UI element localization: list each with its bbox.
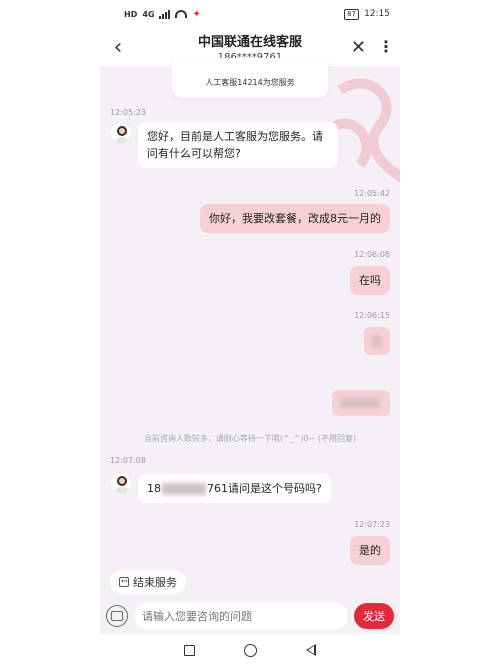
status-left: HD 4G ✦ bbox=[124, 9, 201, 20]
status-right: 87 12:15 bbox=[344, 8, 390, 20]
timestamp: 12:07:08 bbox=[110, 456, 146, 465]
page-title: 中国联通在线客服 bbox=[197, 35, 302, 50]
timestamp: 12:06:08 bbox=[354, 250, 390, 259]
user-message-bubble-blurred bbox=[332, 390, 390, 416]
message-text-prefix: 18 bbox=[147, 482, 161, 495]
agent-message-bubble: 18 761请问是这个号码吗? bbox=[138, 474, 331, 503]
timestamp: 12:05:42 bbox=[354, 189, 390, 198]
battery-icon: 87 bbox=[344, 8, 360, 20]
queue-notice: 当前咨询人数较多，请耐心等待一下哦(^_^)0~ (不用回复) bbox=[143, 434, 357, 443]
nav-actions: ✕ ⋮ bbox=[351, 28, 394, 66]
image-upload-icon[interactable] bbox=[106, 605, 128, 627]
signal-icon bbox=[159, 9, 171, 19]
home-icon[interactable] bbox=[243, 643, 257, 657]
timestamp: 12:07:23 bbox=[354, 520, 390, 529]
agent-avatar bbox=[110, 122, 132, 144]
more-menu-button[interactable]: ⋮ bbox=[378, 39, 394, 55]
agent-avatar bbox=[110, 472, 132, 494]
timestamp: 12:06:15 bbox=[354, 311, 390, 320]
status-time: 12:15 bbox=[364, 9, 390, 19]
input-bar: 发送 bbox=[100, 598, 400, 634]
send-button[interactable]: 发送 bbox=[354, 603, 394, 629]
user-message-bubble: 在吗 bbox=[350, 266, 390, 295]
end-service-label: 结束服务 bbox=[133, 576, 177, 589]
close-button[interactable]: ✕ bbox=[351, 37, 366, 58]
end-service-button[interactable]: ↤ 结束服务 bbox=[110, 570, 186, 594]
user-message-bubble-blurred bbox=[364, 327, 390, 355]
recent-apps-icon[interactable] bbox=[184, 644, 196, 656]
timestamp: 12:05:23 bbox=[110, 108, 146, 117]
redacted-number bbox=[162, 483, 206, 495]
alert-icon: ✦ bbox=[192, 8, 201, 20]
phone-screen: HD 4G ✦ 87 12:15 ‹ 中国联通在线客服 186****9761 … bbox=[100, 0, 400, 666]
network-gen: 4G bbox=[142, 9, 155, 19]
exit-icon: ↤ bbox=[119, 577, 129, 587]
chevron-left-icon: ‹ bbox=[113, 34, 123, 60]
message-text-suffix: 761请问是这个号码吗? bbox=[207, 482, 322, 495]
network-indicator: HD bbox=[124, 9, 138, 19]
system-nav-bar bbox=[100, 634, 400, 666]
back-button[interactable]: ‹ bbox=[100, 28, 136, 66]
message-input[interactable] bbox=[134, 602, 348, 630]
user-message-bubble: 你好，我要改套餐，改成8元一月的 bbox=[200, 204, 390, 233]
user-message-bubble: 是的 bbox=[350, 536, 390, 565]
back-triangle-icon[interactable] bbox=[305, 644, 316, 656]
status-bar: HD 4G ✦ 87 12:15 bbox=[100, 0, 400, 28]
agent-message-bubble: 您好，目前是人工客服为您服务。请问有什么可以帮您? bbox=[138, 122, 338, 168]
agent-info-text: 人工客服14214为您服务 bbox=[205, 77, 295, 87]
wifi-icon bbox=[175, 10, 188, 18]
agent-info-card: 人工客服14214为您服务 bbox=[172, 58, 328, 98]
